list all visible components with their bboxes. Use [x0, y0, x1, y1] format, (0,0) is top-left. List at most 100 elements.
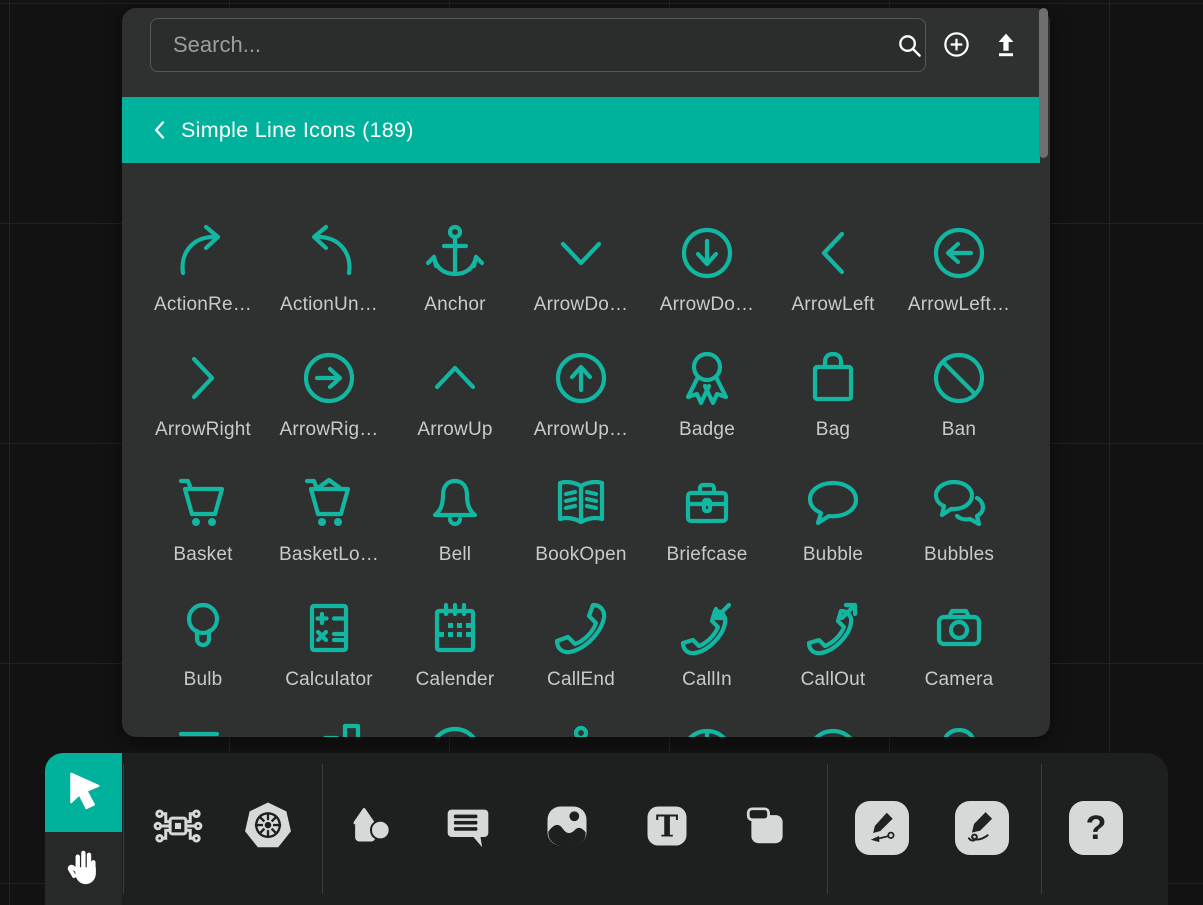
comment-tool[interactable] — [438, 798, 498, 858]
action-undo-icon — [297, 221, 361, 285]
pan-tool[interactable] — [45, 832, 122, 905]
icon-grid-item[interactable] — [392, 721, 518, 737]
shapes-tool[interactable] — [343, 798, 403, 858]
icon-grid-item[interactable]: ArrowDo… — [518, 221, 644, 346]
bubbles-icon — [927, 471, 991, 535]
icon-grid-item[interactable] — [896, 721, 1022, 737]
icon-grid-item[interactable]: CallIn — [644, 596, 770, 721]
upload-icon — [992, 31, 1020, 62]
icon-label: ArrowDo… — [660, 294, 755, 316]
icon-grid-item[interactable]: Bag — [770, 346, 896, 471]
icon-grid-item[interactable]: ArrowUp… — [518, 346, 644, 471]
scrollbar-thumb[interactable] — [1039, 8, 1048, 158]
canvas[interactable]: { "search": { "placeholder": "Search..."… — [0, 0, 1203, 905]
icon-grid-item[interactable]: Bulb — [140, 596, 266, 721]
help-button[interactable]: ? — [1069, 801, 1123, 855]
upload-button[interactable] — [990, 30, 1022, 62]
pen-arrow-icon — [863, 808, 901, 849]
icon-label: Camera — [925, 669, 994, 691]
arrow-up-icon — [423, 346, 487, 410]
icon-label: Anchor — [424, 294, 485, 316]
icon-label: Ban — [942, 419, 976, 441]
icon-label: CallEnd — [547, 669, 615, 691]
icon-label: BookOpen — [535, 544, 626, 566]
icon-label: Calender — [416, 669, 495, 691]
connector-pen-tool[interactable] — [855, 801, 909, 855]
icon-grid-item[interactable]: ArrowRig… — [266, 346, 392, 471]
image-tool[interactable] — [537, 798, 597, 858]
call-out-icon — [801, 596, 865, 660]
icon-grid-item[interactable]: ArrowRight — [140, 346, 266, 471]
text-tool[interactable]: T — [637, 798, 697, 858]
icon-grid-item[interactable]: Bubble — [770, 471, 896, 596]
icon-grid-item[interactable] — [518, 721, 644, 737]
icon-grid-item[interactable]: BasketLo… — [266, 471, 392, 596]
icon-grid-item[interactable]: Calender — [392, 596, 518, 721]
partial-clock-icon — [675, 721, 739, 737]
icon-grid-item[interactable]: Bell — [392, 471, 518, 596]
icon-library-panel: Simple Line Icons (189) ActionRe… ActionU… — [122, 8, 1050, 737]
icon-label: CallIn — [682, 669, 732, 691]
icon-label: Bell — [439, 544, 471, 566]
icon-grid-item[interactable]: ActionRe… — [140, 221, 266, 346]
icon-grid-item[interactable]: BookOpen — [518, 471, 644, 596]
icon-grid-item[interactable]: Briefcase — [644, 471, 770, 596]
arrow-up-circle-icon — [549, 346, 613, 410]
action-redo-icon — [171, 221, 235, 285]
search-input[interactable] — [150, 18, 926, 72]
image-icon — [541, 800, 593, 857]
arrow-right-icon — [171, 346, 235, 410]
add-library-button[interactable] — [940, 30, 972, 62]
icon-grid-item[interactable]: Ban — [896, 346, 1022, 471]
icon-grid-item[interactable]: Bubbles — [896, 471, 1022, 596]
plus-circle-icon — [941, 29, 972, 63]
question-mark-icon: ? — [1086, 811, 1107, 845]
book-open-icon — [549, 471, 613, 535]
freehand-draw-tool[interactable] — [955, 801, 1009, 855]
icon-grid-item[interactable] — [140, 721, 266, 737]
icon-grid-item[interactable]: ArrowUp — [392, 346, 518, 471]
chevron-left-icon[interactable] — [152, 120, 167, 140]
icon-label: ArrowLeft… — [908, 294, 1010, 316]
partial-camrecorder-icon — [171, 721, 235, 737]
icon-grid-item[interactable]: ArrowDo… — [644, 221, 770, 346]
bell-icon — [423, 471, 487, 535]
badge-icon — [675, 346, 739, 410]
select-tool[interactable] — [45, 753, 122, 832]
kubernetes-shapes-tool[interactable] — [238, 798, 298, 858]
icon-grid-item[interactable] — [770, 721, 896, 737]
partial-chemistry-icon — [549, 721, 613, 737]
network-shapes-tool[interactable] — [148, 798, 208, 858]
toolbar-divider — [827, 764, 828, 894]
icon-grid-item[interactable]: CallOut — [770, 596, 896, 721]
icon-grid-item[interactable]: CallEnd — [518, 596, 644, 721]
icon-grid-item[interactable]: Anchor — [392, 221, 518, 346]
icon-grid-item[interactable]: ActionUn… — [266, 221, 392, 346]
icon-label: ArrowRight — [155, 419, 251, 441]
icon-label: ArrowUp — [417, 419, 492, 441]
pencil-scribble-icon — [963, 808, 1001, 849]
anchor-icon — [423, 221, 487, 285]
arrow-right-circle-icon — [297, 346, 361, 410]
calculator-icon — [297, 596, 361, 660]
icon-label: Badge — [679, 419, 735, 441]
icon-label: CallOut — [801, 669, 866, 691]
icon-grid: ActionRe… ActionUn… Anchor ArrowDo… ArrowDo…… — [122, 163, 1040, 737]
basket-loaded-icon — [297, 471, 361, 535]
icon-grid-item[interactable]: Calculator — [266, 596, 392, 721]
icon-grid-item[interactable]: Basket — [140, 471, 266, 596]
icon-label: ArrowUp… — [534, 419, 629, 441]
icon-grid-item[interactable] — [266, 721, 392, 737]
icon-label: ArrowDo… — [534, 294, 629, 316]
icon-grid-item[interactable]: ArrowLeft… — [896, 221, 1022, 346]
icon-label: ActionUn… — [280, 294, 378, 316]
library-header[interactable]: Simple Line Icons (189) — [122, 97, 1040, 163]
icon-grid-item[interactable] — [644, 721, 770, 737]
icon-grid-item[interactable]: Camera — [896, 596, 1022, 721]
partial-chart-icon — [297, 721, 361, 737]
icon-grid-item[interactable]: Badge — [644, 346, 770, 471]
icon-grid-item[interactable]: ArrowLeft — [770, 221, 896, 346]
note-tool[interactable] — [737, 798, 797, 858]
call-end-icon — [549, 596, 613, 660]
arrow-down-circle-icon — [675, 221, 739, 285]
